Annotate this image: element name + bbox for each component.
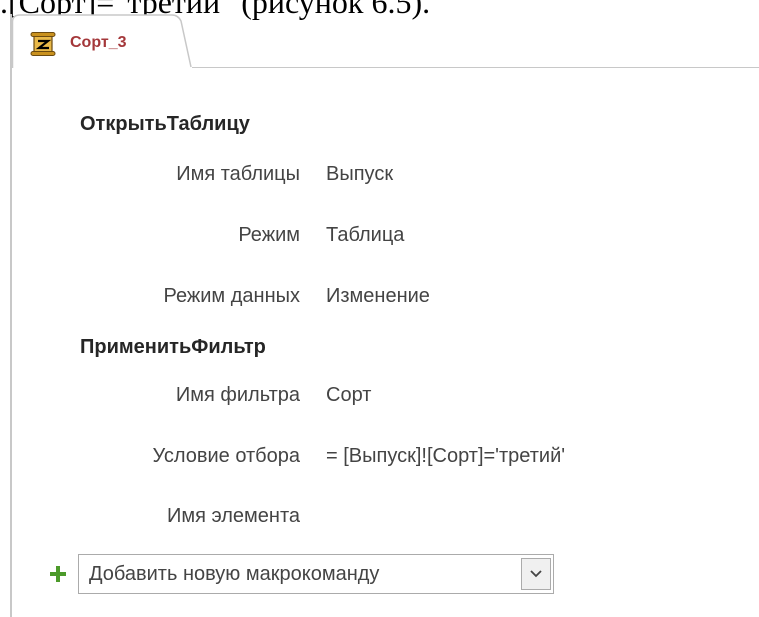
arg-label-control-name: Имя элемента [166,505,300,527]
arg-value-where-condition[interactable]: = [Выпуск]![Сорт]='третий' [326,445,565,468]
window-left-border [10,14,12,617]
dropdown-button[interactable] [521,558,551,590]
tab-strip-border [192,67,759,68]
tab-label: Сорт_3 [70,34,127,51]
macro-scroll-icon [30,32,56,56]
arg-value-filter-name[interactable]: Сорт [326,384,371,407]
arg-value-data-mode[interactable]: Изменение [326,285,430,308]
arg-value-view[interactable]: Таблица [326,224,404,247]
add-new-action-text: Добавить новую макрокоманду [89,563,380,585]
arg-label-filter-name: Имя фильтра [175,384,300,406]
action-open-table[interactable]: ОткрытьТаблицу [80,113,250,136]
arg-value-table-name[interactable]: Выпуск [326,163,393,186]
arg-label-data-mode: Режим данных [163,285,300,307]
arg-label-where-condition: Условие отбора [152,445,300,467]
add-new-action-combo[interactable]: Добавить новую макрокоманду [78,554,554,594]
arg-label-view: Режим [238,224,300,246]
action-apply-filter[interactable]: ПрименитьФильтр [80,336,266,359]
plus-icon[interactable] [50,566,66,582]
chevron-down-icon [530,570,542,578]
tab-sort-3[interactable]: Сорт_3 [12,14,192,68]
arg-label-table-name: Имя таблицы [176,163,300,185]
